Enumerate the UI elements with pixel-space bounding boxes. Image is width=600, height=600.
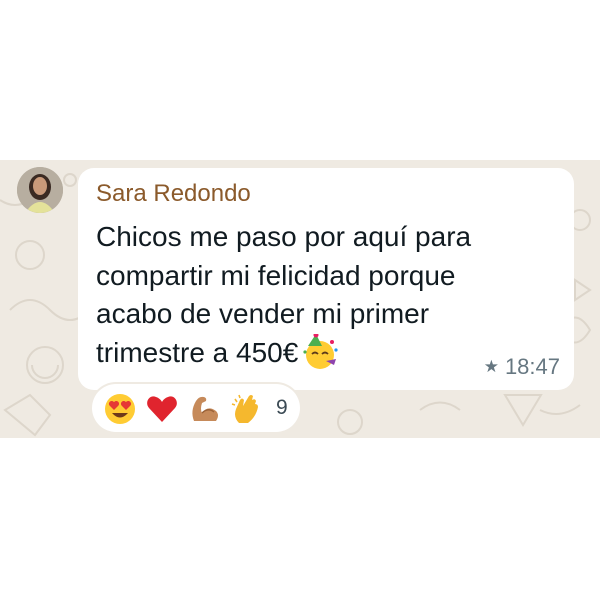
sender-name[interactable]: Sara Redondo: [96, 180, 251, 208]
message-line-text: trimestre a 450€: [96, 336, 299, 368]
star-icon: ★: [483, 357, 499, 376]
clapping-hands-emoji-icon: [231, 394, 258, 423]
reaction-count: 9: [276, 396, 288, 419]
chat-area: Sara Redondo Chicos me paso por aquí par…: [0, 160, 600, 438]
heart-eyes-emoji-icon: [105, 394, 135, 424]
reactions-bar[interactable]: 9: [92, 384, 300, 432]
partying-face-icon: [303, 333, 338, 369]
message-time: 18:47: [504, 354, 560, 379]
message-line: compartir mi felicidad porque: [96, 259, 456, 291]
message-bubble[interactable]: Sara Redondo Chicos me paso por aquí par…: [78, 168, 574, 390]
flexed-biceps-emoji-icon: [192, 396, 218, 421]
message-line: acabo de vender mi primer: [96, 298, 430, 329]
avatar-picture: [17, 167, 63, 213]
sender-avatar[interactable]: [17, 167, 63, 213]
red-heart-emoji-icon: [147, 396, 177, 422]
message-meta: ★ 18:47: [484, 354, 560, 380]
message-line-last: trimestre a 450€: [96, 333, 546, 373]
message-line: Chicos me paso por aquí para: [96, 221, 472, 252]
message-text: Chicos me paso por aquí para compartir m…: [96, 218, 546, 372]
